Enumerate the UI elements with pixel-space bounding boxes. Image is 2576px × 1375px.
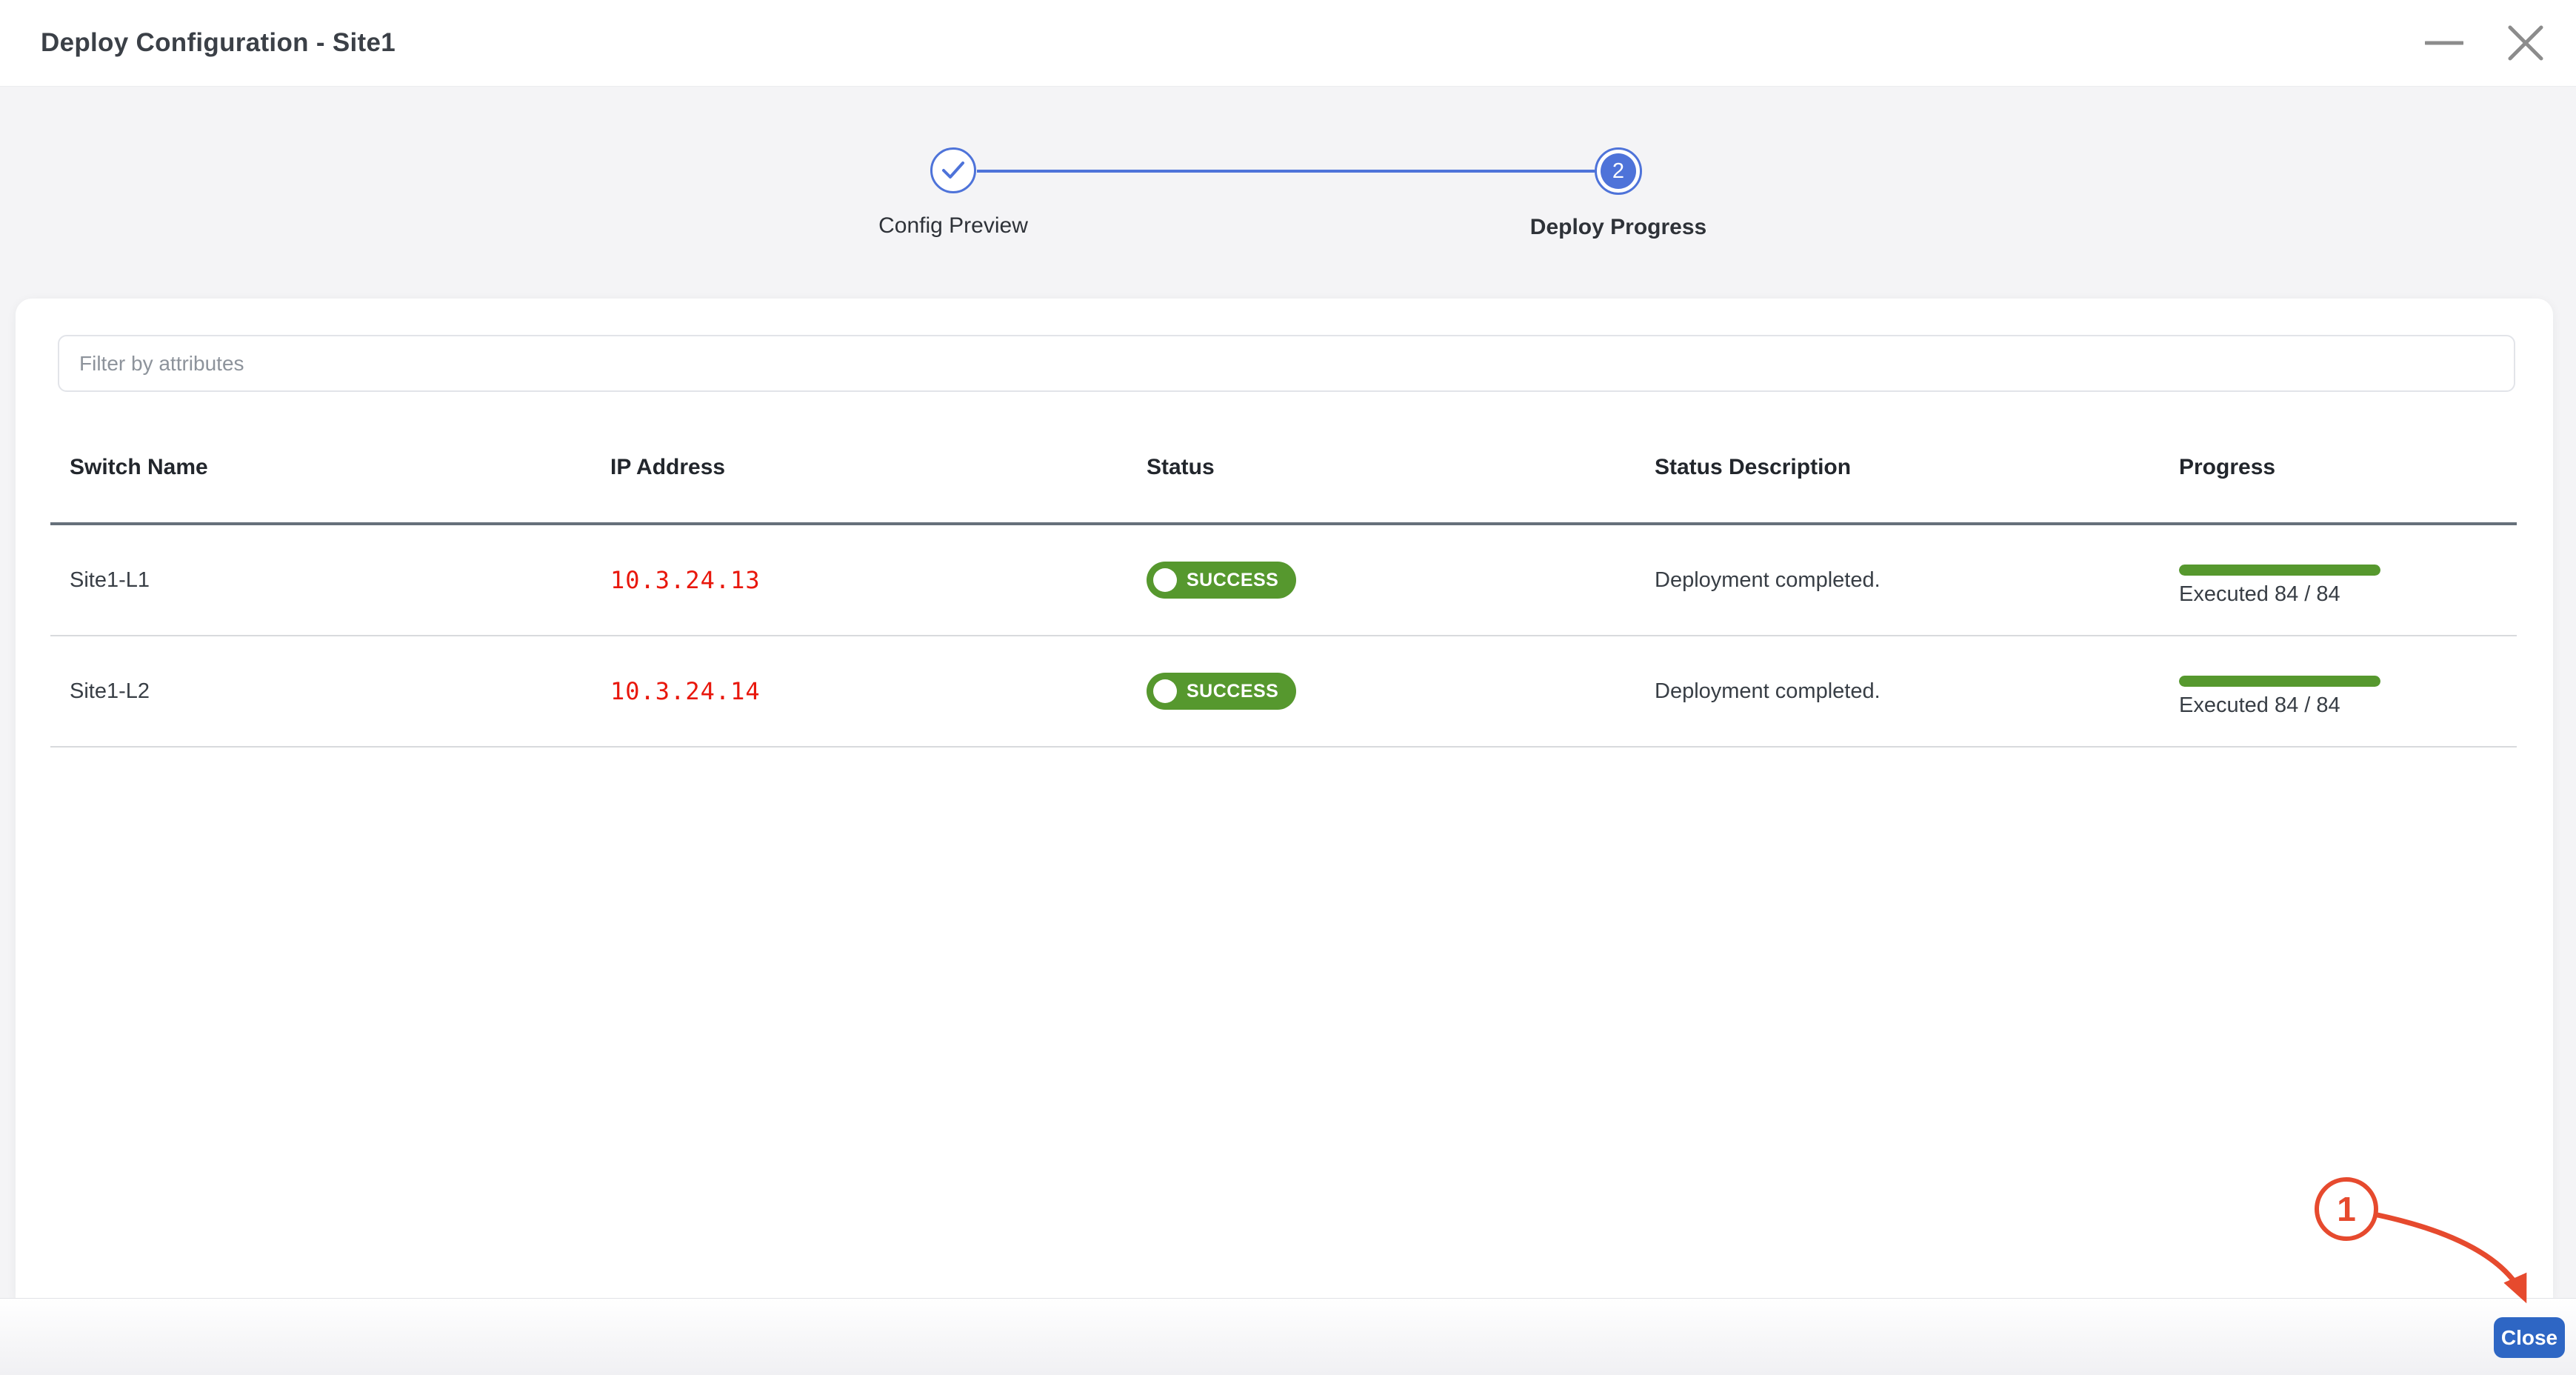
status-badge: SUCCESS [1147,673,1296,710]
cell-progress: Executed 84 / 84 [2160,554,2517,607]
status-text: SUCCESS [1187,681,1278,702]
stepper-step-deploy-progress[interactable]: 2 Deploy Progress [1463,147,1774,240]
progress-bar-fill [2179,565,2380,576]
step-active-circle: 2 [1595,147,1642,195]
close-icon[interactable] [2506,24,2545,62]
progress-bar [2179,676,2380,687]
table-row[interactable]: Site1-L2 10.3.24.14 SUCCESS Deployment c… [50,636,2517,748]
progress-label: Executed 84 / 84 [2179,582,2340,607]
cell-progress: Executed 84 / 84 [2160,665,2517,718]
column-header-status[interactable]: Status [1127,455,1635,522]
status-text: SUCCESS [1187,570,1278,591]
dialog-footer: Close [0,1298,2576,1375]
cell-status-description: Deployment completed. [1635,568,2160,593]
column-header-switch-name[interactable]: Switch Name [50,455,591,522]
step-label: Deploy Progress [1530,215,1706,240]
cell-ip-address: 10.3.24.13 [610,566,761,594]
progress-bar-fill [2179,676,2380,687]
content-card: Switch Name IP Address Status Status Des… [16,299,2553,1298]
filter-input[interactable] [58,335,2515,392]
minimize-icon[interactable] [2425,24,2463,62]
switch-table: Switch Name IP Address Status Status Des… [50,439,2517,748]
dialog-header: Deploy Configuration - Site1 [0,0,2576,87]
status-badge: SUCCESS [1147,562,1296,599]
stepper-step-config-preview[interactable]: Config Preview [798,147,1109,239]
cell-switch-name: Site1-L2 [50,679,591,704]
step-number: 2 [1612,159,1624,184]
cell-ip-address: 10.3.24.14 [610,677,761,705]
progress-bar [2179,565,2380,576]
dialog-title: Deploy Configuration - Site1 [41,28,396,58]
step-label: Config Preview [878,213,1028,239]
table-header-row: Switch Name IP Address Status Status Des… [50,439,2517,525]
cell-switch-name: Site1-L1 [50,568,591,593]
close-button[interactable]: Close [2494,1317,2565,1358]
cell-status-description: Deployment completed. [1635,679,2160,704]
progress-label: Executed 84 / 84 [2179,693,2340,718]
column-header-status-description[interactable]: Status Description [1635,455,2160,522]
status-dot-icon [1153,679,1177,703]
column-header-progress[interactable]: Progress [2160,455,2517,522]
window-controls [2425,24,2545,62]
status-dot-icon [1153,568,1177,592]
column-header-ip-address[interactable]: IP Address [591,455,1127,522]
table-row[interactable]: Site1-L1 10.3.24.13 SUCCESS Deployment c… [50,525,2517,636]
step-complete-check-icon [930,147,976,193]
